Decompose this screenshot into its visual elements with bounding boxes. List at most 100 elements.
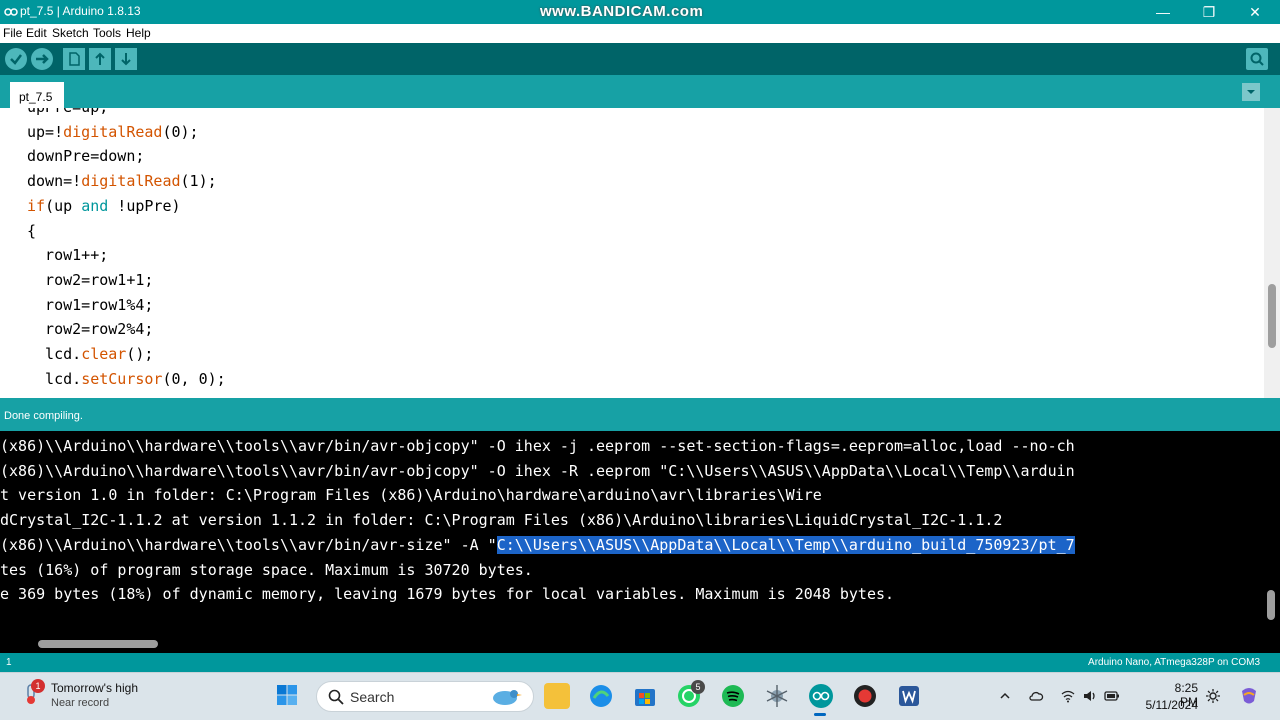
console-line[interactable]: t version 1.0 in folder: C:\Program File… [0, 486, 822, 510]
word-icon[interactable] [896, 683, 922, 709]
open-sketch-button[interactable] [89, 48, 111, 70]
console-text: (x86)\\Arduino\\hardware\\tools\\avr/bin… [0, 535, 497, 554]
code-editor[interactable]: upPre=up;up=!digitalRead(0);downPre=down… [0, 108, 1264, 398]
code-token: clear [81, 345, 127, 363]
status-bar: Done compiling. [0, 398, 1280, 431]
minimize-button[interactable]: — [1140, 0, 1186, 24]
editor-scroll-thumb[interactable] [1268, 284, 1276, 348]
code-line[interactable]: up=!digitalRead(0); [27, 123, 199, 147]
serial-monitor-button[interactable] [1246, 48, 1268, 70]
menu-file[interactable]: File [3, 26, 22, 40]
tab-pt-7-5[interactable]: pt_7.5 [10, 82, 64, 108]
spotify-icon[interactable] [720, 683, 746, 709]
menu-help[interactable]: Help [126, 26, 151, 40]
battery-icon[interactable] [1104, 688, 1120, 704]
code-token: row2=row1+1; [27, 270, 154, 289]
console-line[interactable]: (x86)\\Arduino\\hardware\\tools\\avr/bin… [0, 462, 1075, 486]
editor-scrollbar[interactable] [1264, 108, 1280, 398]
console-text: tes (16%) of program storage space. Maxi… [0, 560, 533, 579]
menu-bar: File Edit Sketch Tools Help [0, 24, 1280, 43]
chevron-down-icon [1247, 90, 1255, 94]
code-token: lcd. [27, 345, 82, 363]
console-output[interactable]: (x86)\\Arduino\\hardware\\tools\\avr/bin… [0, 431, 1262, 635]
code-token: if [27, 196, 46, 215]
menu-edit[interactable]: Edit [26, 26, 47, 40]
cloud-icon[interactable] [1028, 688, 1044, 704]
title-bar: pt_7.5 | Arduino 1.8.13 www.BANDICAM.com… [0, 0, 1280, 24]
windows-start-icon[interactable] [276, 684, 298, 706]
tab-bar: pt_7.5 [0, 75, 1280, 108]
code-token: row2=row2%4; [27, 320, 154, 339]
bandicam-watermark: www.BANDICAM.com [540, 3, 704, 20]
maximize-button[interactable]: ❐ [1186, 0, 1232, 24]
clock-date[interactable]: 5/11/2024 [1140, 698, 1199, 712]
settings-gear-icon[interactable] [1205, 688, 1221, 704]
code-token: (1); [180, 172, 217, 191]
arrow-right-icon [36, 54, 49, 64]
weather-badge: 1 [31, 679, 45, 693]
code-token: (0); [162, 122, 199, 141]
tab-menu-button[interactable] [1242, 83, 1260, 101]
taskbar-search[interactable]: Search [316, 681, 534, 712]
code-line[interactable]: row2=row1+1; [27, 271, 153, 295]
toolbar [0, 43, 1280, 75]
code-line[interactable]: row1=row1%4; [27, 296, 153, 320]
menu-sketch[interactable]: Sketch [52, 26, 89, 40]
wifi-icon[interactable] [1060, 688, 1076, 704]
console-line[interactable]: e 369 bytes (18%) of dynamic memory, lea… [0, 585, 894, 609]
file-explorer-icon[interactable] [544, 683, 570, 709]
code-token: row1=row1%4; [27, 295, 154, 314]
console-horizontal-thumb[interactable] [38, 640, 158, 648]
code-token: digitalRead [81, 172, 181, 191]
active-app-indicator [814, 713, 826, 716]
console-text: (x86)\\Arduino\\hardware\\tools\\avr/bin… [0, 437, 1075, 455]
edge-browser-icon[interactable] [588, 683, 614, 709]
console-text: t version 1.0 in folder: C:\Program File… [0, 486, 822, 505]
code-line[interactable]: lcd.clear(); [27, 345, 153, 369]
code-token: and [81, 196, 109, 215]
code-line[interactable]: { [27, 222, 36, 246]
speaker-icon[interactable] [1082, 688, 1098, 704]
arduino-taskbar-icon[interactable] [808, 683, 834, 709]
board-info: Arduino Nano, ATmega328P on COM3 [1088, 657, 1260, 668]
close-button[interactable]: ✕ [1232, 0, 1278, 24]
weather-subtitle[interactable]: Near record [51, 697, 109, 709]
code-line[interactable]: row2=row2%4; [27, 320, 153, 344]
search-icon [328, 689, 344, 705]
code-token: downPre=down; [27, 147, 145, 166]
whatsapp-badge: 5 [691, 680, 705, 694]
console-selected-text: C:\\Users\\ASUS\\AppData\\Local\\Temp\\a… [496, 535, 1075, 554]
code-token: { [27, 221, 37, 240]
console-line[interactable]: (x86)\\Arduino\\hardware\\tools\\avr/bin… [0, 437, 1075, 461]
code-line[interactable]: lcd.setCursor(0, 0); [27, 370, 226, 394]
line-number: 1 [6, 657, 12, 668]
code-line[interactable]: row1++; [27, 246, 108, 270]
console-scroll-thumb[interactable] [1267, 590, 1275, 620]
upload-button[interactable] [31, 48, 53, 70]
new-file-icon [69, 52, 80, 66]
weather-title[interactable]: Tomorrow's high [51, 681, 138, 695]
code-line[interactable]: down=!digitalRead(1); [27, 172, 217, 196]
arduino-icon [4, 8, 18, 16]
console-horizontal-scrollbar[interactable] [0, 635, 1280, 653]
status-message: Done compiling. [4, 410, 83, 422]
microsoft-store-icon[interactable] [632, 683, 658, 709]
console-line[interactable]: tes (16%) of program storage space. Maxi… [0, 561, 533, 585]
magnifier-icon [1250, 52, 1264, 66]
arrow-down-icon [121, 53, 131, 66]
code-token: row1++; [27, 246, 109, 265]
chevron-up-icon[interactable] [997, 688, 1013, 704]
save-sketch-button[interactable] [115, 48, 137, 70]
console-line[interactable]: dCrystal_I2C-1.1.2 at version 1.1.2 in f… [0, 511, 1002, 535]
code-line[interactable]: if(up and !upPre) [27, 197, 181, 221]
new-sketch-button[interactable] [63, 48, 85, 70]
verify-button[interactable] [5, 48, 27, 70]
bug-app-icon[interactable] [764, 683, 790, 709]
code-line[interactable]: downPre=down; [27, 147, 144, 171]
menu-tools[interactable]: Tools [93, 26, 121, 40]
bandicam-record-icon[interactable] [852, 683, 878, 709]
bottom-status-bar: 1 Arduino Nano, ATmega328P on COM3 [0, 653, 1280, 672]
code-line[interactable]: upPre=up; [27, 108, 108, 122]
copilot-icon[interactable] [1238, 685, 1260, 707]
console-line[interactable]: (x86)\\Arduino\\hardware\\tools\\avr/bin… [0, 535, 1075, 560]
